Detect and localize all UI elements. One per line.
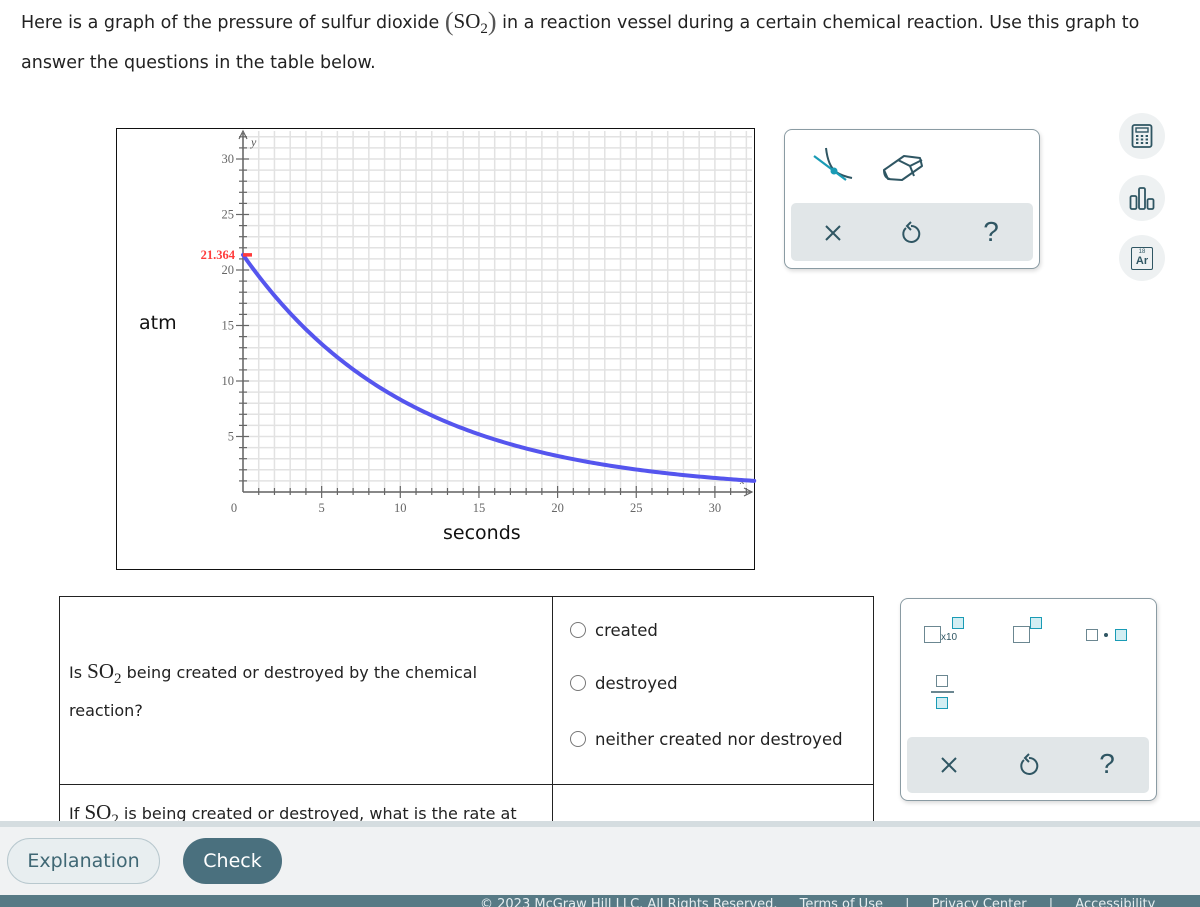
exponent-button[interactable] [1005, 615, 1049, 651]
close-icon [941, 757, 957, 773]
x-tick-label: 15 [473, 501, 486, 515]
periodic-table-icon: 18 Ar [1131, 246, 1153, 270]
multiply-dot-button[interactable] [1081, 615, 1133, 651]
eraser-tool-button[interactable] [877, 144, 927, 188]
periodic-table-button[interactable]: 18 Ar [1119, 235, 1165, 281]
ticks [236, 136, 747, 498]
math-tools-action-bar: ? [907, 737, 1149, 793]
copyright-text: © 2023 McGraw Hill LLC. All Rights Reser… [480, 897, 778, 907]
eraser-icon [883, 155, 923, 181]
scientific-notation-button[interactable]: x10 [919, 615, 969, 651]
undo-icon [1020, 753, 1039, 775]
calculator-button[interactable] [1119, 113, 1165, 159]
privacy-link[interactable]: Privacy Center [932, 897, 1027, 907]
footer: © 2023 McGraw Hill LLC. All Rights Reser… [0, 895, 1200, 907]
check-button[interactable]: Check [183, 838, 282, 884]
graph-tools-panel: ? [784, 129, 1040, 269]
question-table: Is SO2 being created or destroyed by the… [59, 596, 874, 848]
option-neither[interactable]: neither created nor destroyed [570, 725, 872, 753]
y-tick-label: 10 [222, 374, 235, 388]
grid [242, 131, 752, 493]
series [241, 252, 757, 483]
x-tick-label: 20 [551, 501, 564, 515]
y-tick-label: 15 [222, 319, 235, 333]
option-created[interactable]: created [570, 616, 872, 644]
x-tick-label: 30 [709, 501, 722, 515]
option-label: destroyed [595, 673, 678, 693]
undo-button[interactable] [1009, 745, 1049, 785]
x-tick-label: 25 [630, 501, 643, 515]
help-icon: ? [1099, 748, 1115, 779]
annotation-label: 21.364 [201, 248, 236, 262]
multiply-dot-icon [1084, 623, 1130, 643]
help-icon: ? [983, 216, 999, 247]
pressure-chart[interactable]: yx 0 5 10 15 20 25 3051015202530 21.364 [0, 0, 1200, 600]
question-prefix: Is [69, 662, 83, 682]
calculator-icon [1131, 124, 1153, 148]
action-bar [0, 827, 1200, 895]
explanation-button[interactable]: Explanation [7, 838, 160, 884]
scientific-notation-icon: x10 [922, 617, 966, 649]
help-button[interactable]: ? [1087, 743, 1127, 785]
footer-separator: | [905, 897, 910, 907]
footer-separator: | [1048, 897, 1054, 907]
accessibility-link[interactable]: Accessibility [1075, 897, 1155, 907]
y-tick-label: 5 [228, 430, 234, 444]
y-tick-label: 30 [222, 152, 235, 166]
y-tick-label: 25 [222, 208, 235, 222]
x10-label: x10 [941, 632, 958, 643]
tangent-icon [813, 147, 853, 181]
formula-so2: SO2 [87, 658, 121, 687]
option-label: neither created nor destroyed [595, 729, 843, 749]
y-axis-variable: y [250, 135, 257, 149]
graph-tools-action-bar: ? [791, 203, 1033, 261]
x-tick-label: 10 [394, 501, 407, 515]
radio-created[interactable] [570, 622, 586, 638]
fraction-icon [931, 674, 955, 712]
option-destroyed[interactable]: destroyed [570, 669, 872, 697]
tick-labels: 0 5 10 15 20 25 30 5 10 15 20 25 30 [222, 152, 722, 515]
clear-button[interactable] [929, 745, 969, 785]
table-row: Is SO2 being created or destroyed by the… [59, 596, 874, 785]
help-button[interactable]: ? [971, 211, 1011, 253]
close-icon [825, 225, 841, 241]
radio-destroyed[interactable] [570, 675, 586, 691]
element-symbol: Ar [1135, 254, 1149, 267]
footer-links: © 2023 McGraw Hill LLC. All Rights Reser… [480, 897, 1173, 907]
bar-chart-icon [1129, 187, 1155, 210]
x-tick-label: 0 [231, 501, 237, 515]
question-cell: Is SO2 being created or destroyed by the… [59, 596, 553, 785]
exponent-icon [1009, 617, 1045, 649]
undo-icon [902, 221, 921, 243]
clear-button[interactable] [813, 213, 853, 253]
answer-cell: created destroyed neither created nor de… [552, 596, 874, 785]
math-tools-panel: x10 ? [900, 598, 1157, 801]
option-label: created [595, 620, 658, 640]
terms-link[interactable]: Terms of Use [800, 897, 883, 907]
formula-base: SO [87, 658, 115, 683]
fraction-button[interactable] [927, 667, 959, 719]
radio-neither[interactable] [570, 731, 586, 747]
formula-sub: 2 [114, 670, 122, 687]
tangent-tool-button[interactable] [809, 144, 859, 188]
x-tick-label: 5 [319, 501, 325, 515]
undo-button[interactable] [891, 213, 931, 253]
question-suffix: being created or destroyed by the chemic… [69, 662, 478, 720]
y-tick-label: 20 [222, 263, 235, 277]
data-button[interactable] [1119, 175, 1165, 221]
question-text: Is SO2 being created or destroyed by the… [61, 655, 551, 727]
